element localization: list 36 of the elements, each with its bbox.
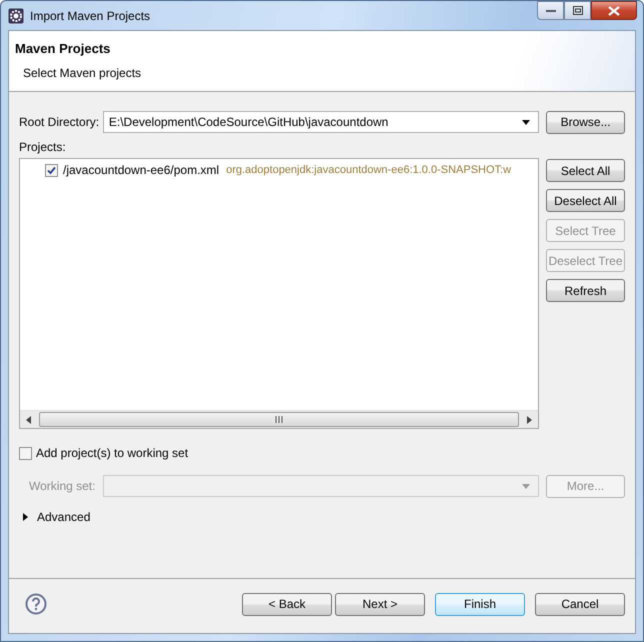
page-description: Select Maven projects <box>23 66 142 80</box>
field-label: Working set: <box>28 479 96 493</box>
root-directory-field[interactable]: E:\Development\CodeSource\GitHub\javacountdown <box>102 111 540 133</box>
app-icon <box>8 8 24 24</box>
checkbox[interactable] <box>45 164 58 176</box>
scroll-right-icon[interactable] <box>527 416 532 424</box>
dropdown-arrow-icon <box>522 120 530 124</box>
help-icon[interactable] <box>25 593 47 615</box>
scroll-left-icon[interactable] <box>26 416 31 424</box>
project-artifact: org.adoptopenjdk:javacountdown-ee6:1.0.0-SNAPSHOT:w <box>226 164 512 176</box>
grip-icon <box>275 416 283 423</box>
wizard-button[interactable]: Finish <box>435 592 525 616</box>
maximize-icon <box>572 6 582 15</box>
dropdown-arrow-icon <box>522 484 530 488</box>
browse-button[interactable]: Browse... <box>546 110 626 134</box>
side-button[interactable]: Refresh <box>546 279 625 302</box>
side-button[interactable]: Select All <box>546 159 625 182</box>
advanced-section-toggle[interactable]: Advanced <box>37 510 90 524</box>
window-title: Import Maven Projects <box>30 8 152 22</box>
horizontal-scrollbar[interactable] <box>20 410 538 428</box>
project-path[interactable]: /javacountdown-ee6/pom.xml <box>63 163 220 177</box>
close-button[interactable] <box>591 1 637 20</box>
close-icon <box>608 6 620 16</box>
side-button[interactable]: Deselect All <box>546 189 625 212</box>
section-label: Projects: <box>19 140 67 154</box>
expand-arrow-icon[interactable] <box>21 513 29 521</box>
page-title: Maven Projects <box>15 41 112 56</box>
minimize-icon <box>546 8 556 12</box>
checkbox-label[interactable]: Add project(s) to working set <box>36 446 188 460</box>
maximize-button[interactable] <box>564 1 591 20</box>
wizard-button[interactable]: Next > <box>335 592 425 616</box>
wizard-button[interactable]: < Back <box>242 592 332 616</box>
field-label: Root Directory: <box>19 115 100 129</box>
wizard-button[interactable]: Cancel <box>535 592 625 616</box>
minimize-button[interactable] <box>537 1 564 20</box>
checkbox[interactable] <box>19 446 32 460</box>
